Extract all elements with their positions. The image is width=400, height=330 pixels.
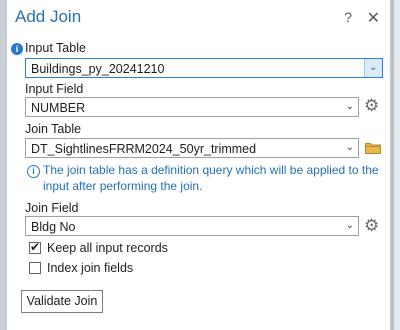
close-button[interactable]: ✕ [367, 8, 380, 28]
gear-icon[interactable]: ⚙ [364, 97, 379, 114]
folder-icon[interactable] [365, 142, 381, 154]
join-table-dropdown[interactable]: DT_SightlinesFRRM2024_50yr_trimmed ⌄ [25, 138, 359, 158]
join-table-value: DT_SightlinesFRRM2024_50yr_trimmed [31, 142, 257, 156]
background-strip-right [391, 0, 400, 330]
input-table-label: Input Table [25, 41, 86, 55]
info-icon[interactable]: i [11, 43, 23, 55]
input-field-dropdown[interactable]: NUMBER ⌄ [25, 97, 359, 117]
input-field-value: NUMBER [31, 101, 86, 115]
chevron-down-icon: ⌄ [345, 220, 354, 231]
validate-join-button[interactable]: Validate Join [21, 290, 103, 313]
check-icon: ✔ [30, 240, 41, 254]
add-join-pane: Add Join ? ✕ i Input Table Buildings_py_… [6, 0, 391, 330]
chevron-down-icon: ⌄ [345, 142, 354, 153]
chevron-down-icon: ⌄ [345, 101, 354, 112]
dialog-title: Add Join [15, 7, 82, 26]
join-field-label: Join Field [25, 201, 79, 215]
join-table-label: Join Table [25, 122, 82, 136]
chevron-down-icon[interactable]: ⌄ [364, 59, 382, 77]
input-table-value: Buildings_py_20241210 [31, 62, 165, 76]
info-icon: i [27, 165, 40, 178]
index-fields-checkbox[interactable] [29, 262, 41, 274]
input-field-label: Input Field [25, 82, 84, 96]
gear-icon[interactable]: ⚙ [364, 217, 379, 234]
index-fields-label[interactable]: Index join fields [47, 261, 133, 275]
input-table-dropdown[interactable]: Buildings_py_20241210 ⌄ [25, 58, 383, 78]
join-field-dropdown[interactable]: Bldg No ⌄ [25, 216, 359, 236]
join-field-value: Bldg No [31, 220, 76, 234]
title-bar: Add Join ? ✕ [7, 0, 390, 36]
help-button[interactable]: ? [344, 9, 352, 25]
keep-all-checkbox[interactable]: ✔ [29, 240, 41, 254]
definition-query-info: The join table has a definition query wh… [43, 163, 379, 193]
keep-all-label[interactable]: Keep all input records [47, 241, 168, 255]
